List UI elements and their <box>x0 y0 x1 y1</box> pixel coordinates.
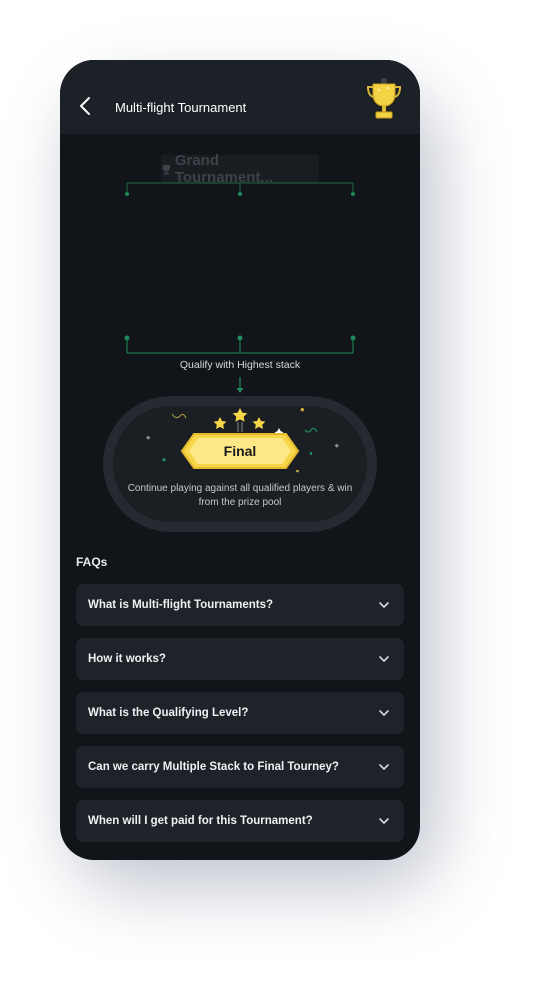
faq-item[interactable]: What is the Qualifying Level? <box>76 692 404 734</box>
chevron-down-icon[interactable] <box>378 761 390 773</box>
chevron-down-icon[interactable] <box>378 599 390 611</box>
faq-item[interactable]: What is Multi-flight Tournaments? <box>76 584 404 626</box>
chevron-down-icon[interactable] <box>378 653 390 665</box>
faq-item[interactable]: When will I get paid for this Tournament… <box>76 800 404 842</box>
chevron-down-icon[interactable] <box>378 707 390 719</box>
faq-question: What is the Qualifying Level? <box>88 707 249 719</box>
final-description: Continue playing against all qualified p… <box>127 483 353 508</box>
faq-question: What is Multi-flight Tournaments? <box>88 599 274 611</box>
faq-item[interactable]: How it works? <box>76 638 404 680</box>
faq-list: What is Multi-flight Tournaments? How it… <box>76 584 404 842</box>
chevron-down-icon[interactable] <box>378 815 390 827</box>
faq-question: Can we carry Multiple Stack to Final Tou… <box>88 761 339 773</box>
faq-question: When will I get paid for this Tournament… <box>88 815 313 827</box>
phone-screen: Multi-flight Tournament Grand Tournament… <box>60 60 420 860</box>
faq-question: How it works? <box>88 653 166 665</box>
faq-item[interactable]: Can we carry Multiple Stack to Final Tou… <box>76 746 404 788</box>
final-badge: Final <box>223 443 257 459</box>
stars-icon <box>213 408 266 432</box>
faqs-heading: FAQs <box>76 555 108 569</box>
